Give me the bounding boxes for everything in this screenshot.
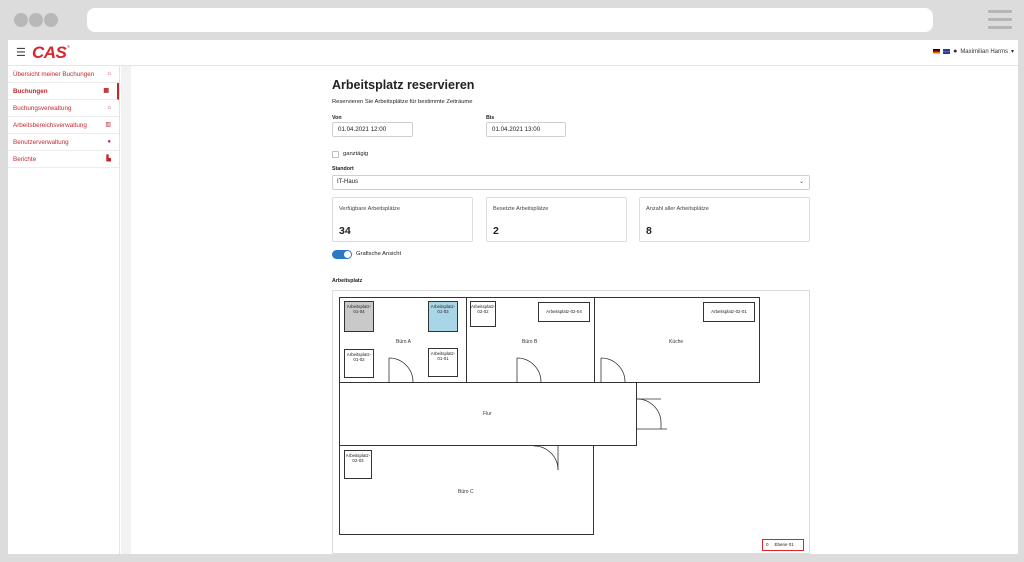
room-label-flur: Flur bbox=[483, 411, 492, 417]
window-dot-icon bbox=[44, 13, 58, 27]
sidebar: Übersicht meiner Buchungen ⌂ Buchungen ▦… bbox=[8, 66, 120, 554]
all-day-checkbox[interactable] bbox=[332, 151, 339, 158]
home-icon: ⌂ bbox=[107, 105, 111, 111]
browser-menu-icon[interactable] bbox=[988, 10, 1012, 30]
sidebar-item-benutzerverwaltung[interactable]: Benutzerverwaltung ● bbox=[8, 134, 119, 151]
workstation-01-03[interactable]: Arbeitsplatz-01-03 bbox=[428, 301, 458, 332]
stat-card-available: Verfügbare Arbeitsplätze 34 bbox=[332, 197, 473, 242]
cas-logo[interactable]: CAS bbox=[32, 43, 67, 63]
stat-value: 34 bbox=[339, 225, 351, 237]
location-select[interactable]: IT-Haus ⌄ bbox=[332, 175, 810, 190]
workstation-01-04[interactable]: Arbeitsplatz-01-04 bbox=[344, 301, 374, 332]
german-flag-icon[interactable] bbox=[933, 49, 941, 54]
user-icon: ● bbox=[953, 48, 958, 55]
level-selector[interactable]: 0 Ebene 01 bbox=[762, 539, 804, 551]
home-icon: ⌂ bbox=[107, 71, 111, 77]
sidebar-item-label: Buchungsverwaltung bbox=[13, 105, 72, 112]
workstation-02-03[interactable]: Arbeitsplatz-02-03 bbox=[344, 450, 372, 479]
user-icon: ● bbox=[107, 139, 111, 145]
room-label-kueche: Küche bbox=[669, 339, 684, 345]
building-icon: ▥ bbox=[105, 122, 111, 128]
workstation-01-01[interactable]: Arbeitsplatz-01-01 bbox=[428, 348, 458, 377]
sidebar-item-berichte[interactable]: Berichte ▙ bbox=[8, 151, 119, 168]
sidebar-item-uebersicht[interactable]: Übersicht meiner Buchungen ⌂ bbox=[8, 66, 119, 83]
stat-label: Besetzte Arbeitsplätze bbox=[493, 206, 549, 212]
bis-label: Bis bbox=[486, 115, 495, 121]
workstation-01-02[interactable]: Arbeitsplatz-01-02 bbox=[344, 349, 374, 378]
window-dot-icon bbox=[29, 13, 43, 27]
window-dot-icon bbox=[14, 13, 28, 27]
stat-card-total: Anzahl aller Arbeitsplätze 8 bbox=[639, 197, 810, 242]
stat-card-occupied: Besetzte Arbeitsplätze 2 bbox=[486, 197, 627, 242]
sidebar-item-label: Buchungen bbox=[13, 88, 48, 95]
location-value: IT-Haus bbox=[337, 179, 359, 185]
graphic-view-label: Grafische Ansicht bbox=[356, 251, 402, 257]
level-name: Ebene 01 bbox=[774, 542, 794, 547]
chevron-down-icon: ⌄ bbox=[798, 179, 804, 185]
main-content: Arbeitsplatz reservieren Reservieren Sie… bbox=[131, 66, 1018, 554]
menu-toggle-icon[interactable]: ☰ bbox=[16, 46, 26, 59]
room-label-buero-c: Büro C bbox=[458, 489, 474, 495]
sidebar-gutter bbox=[121, 66, 131, 554]
all-day-label: ganztägig bbox=[343, 151, 369, 157]
calendar-icon: ▦ bbox=[103, 88, 109, 94]
logo-registered-mark: ® bbox=[67, 44, 70, 49]
workstation-02-01[interactable]: Arbeitsplatz-02-01 bbox=[703, 302, 755, 322]
sidebar-item-buchungsverwaltung[interactable]: Buchungsverwaltung ⌂ bbox=[8, 100, 119, 117]
browser-chrome bbox=[0, 0, 1024, 40]
sidebar-item-arbeitsbereichsverwaltung[interactable]: Arbeitsbereichsverwaltung ▥ bbox=[8, 117, 119, 134]
page-title: Arbeitsplatz reservieren bbox=[332, 78, 475, 92]
location-label: Standort bbox=[332, 166, 354, 172]
english-flag-icon[interactable] bbox=[943, 49, 951, 54]
app-window: ☰ CAS ® ● Maximilian Harms ▾ Übersicht m… bbox=[8, 40, 1018, 554]
workstation-02-04[interactable]: Arbeitsplatz-02-04 bbox=[538, 302, 590, 322]
plan-section-label: Arbeitsplatz bbox=[332, 278, 363, 284]
floor-plan-walls bbox=[339, 297, 760, 535]
user-dropdown-icon[interactable]: ▾ bbox=[1011, 48, 1014, 55]
sidebar-item-label: Arbeitsbereichsverwaltung bbox=[13, 122, 87, 129]
sidebar-item-buchungen[interactable]: Buchungen ▦ bbox=[8, 83, 119, 100]
stat-label: Verfügbare Arbeitsplätze bbox=[339, 206, 400, 212]
top-bar: ☰ CAS ® ● Maximilian Harms ▾ bbox=[8, 40, 1018, 66]
bis-input[interactable]: 01.04.2021 13:00 bbox=[486, 122, 566, 137]
user-name[interactable]: Maximilian Harms bbox=[960, 49, 1008, 55]
von-label: Von bbox=[332, 115, 342, 121]
sidebar-item-label: Benutzerverwaltung bbox=[13, 139, 69, 146]
floor-plan: Arbeitsplatz-01-04 Arbeitsplatz-01-03 Ar… bbox=[332, 290, 810, 554]
graphic-view-toggle[interactable] bbox=[332, 250, 352, 259]
level-number: 0 bbox=[766, 542, 769, 547]
von-input[interactable]: 01.04.2021 12:00 bbox=[332, 122, 413, 137]
stat-label: Anzahl aller Arbeitsplätze bbox=[646, 206, 709, 212]
address-bar[interactable] bbox=[87, 8, 933, 32]
sidebar-item-label: Übersicht meiner Buchungen bbox=[13, 71, 95, 78]
stat-value: 2 bbox=[493, 225, 499, 237]
room-label-buero-b: Büro B bbox=[522, 339, 538, 345]
bar-chart-icon: ▙ bbox=[106, 156, 111, 162]
user-menu[interactable]: ● Maximilian Harms ▾ bbox=[933, 48, 1014, 55]
sidebar-item-label: Berichte bbox=[13, 156, 37, 163]
room-label-buero-a: Büro A bbox=[396, 339, 412, 345]
page-subtitle: Reservieren Sie Arbeitsplätze für bestim… bbox=[332, 99, 473, 105]
workstation-02-02[interactable]: Arbeitsplatz-02-02 bbox=[470, 301, 496, 327]
stat-value: 8 bbox=[646, 225, 652, 237]
